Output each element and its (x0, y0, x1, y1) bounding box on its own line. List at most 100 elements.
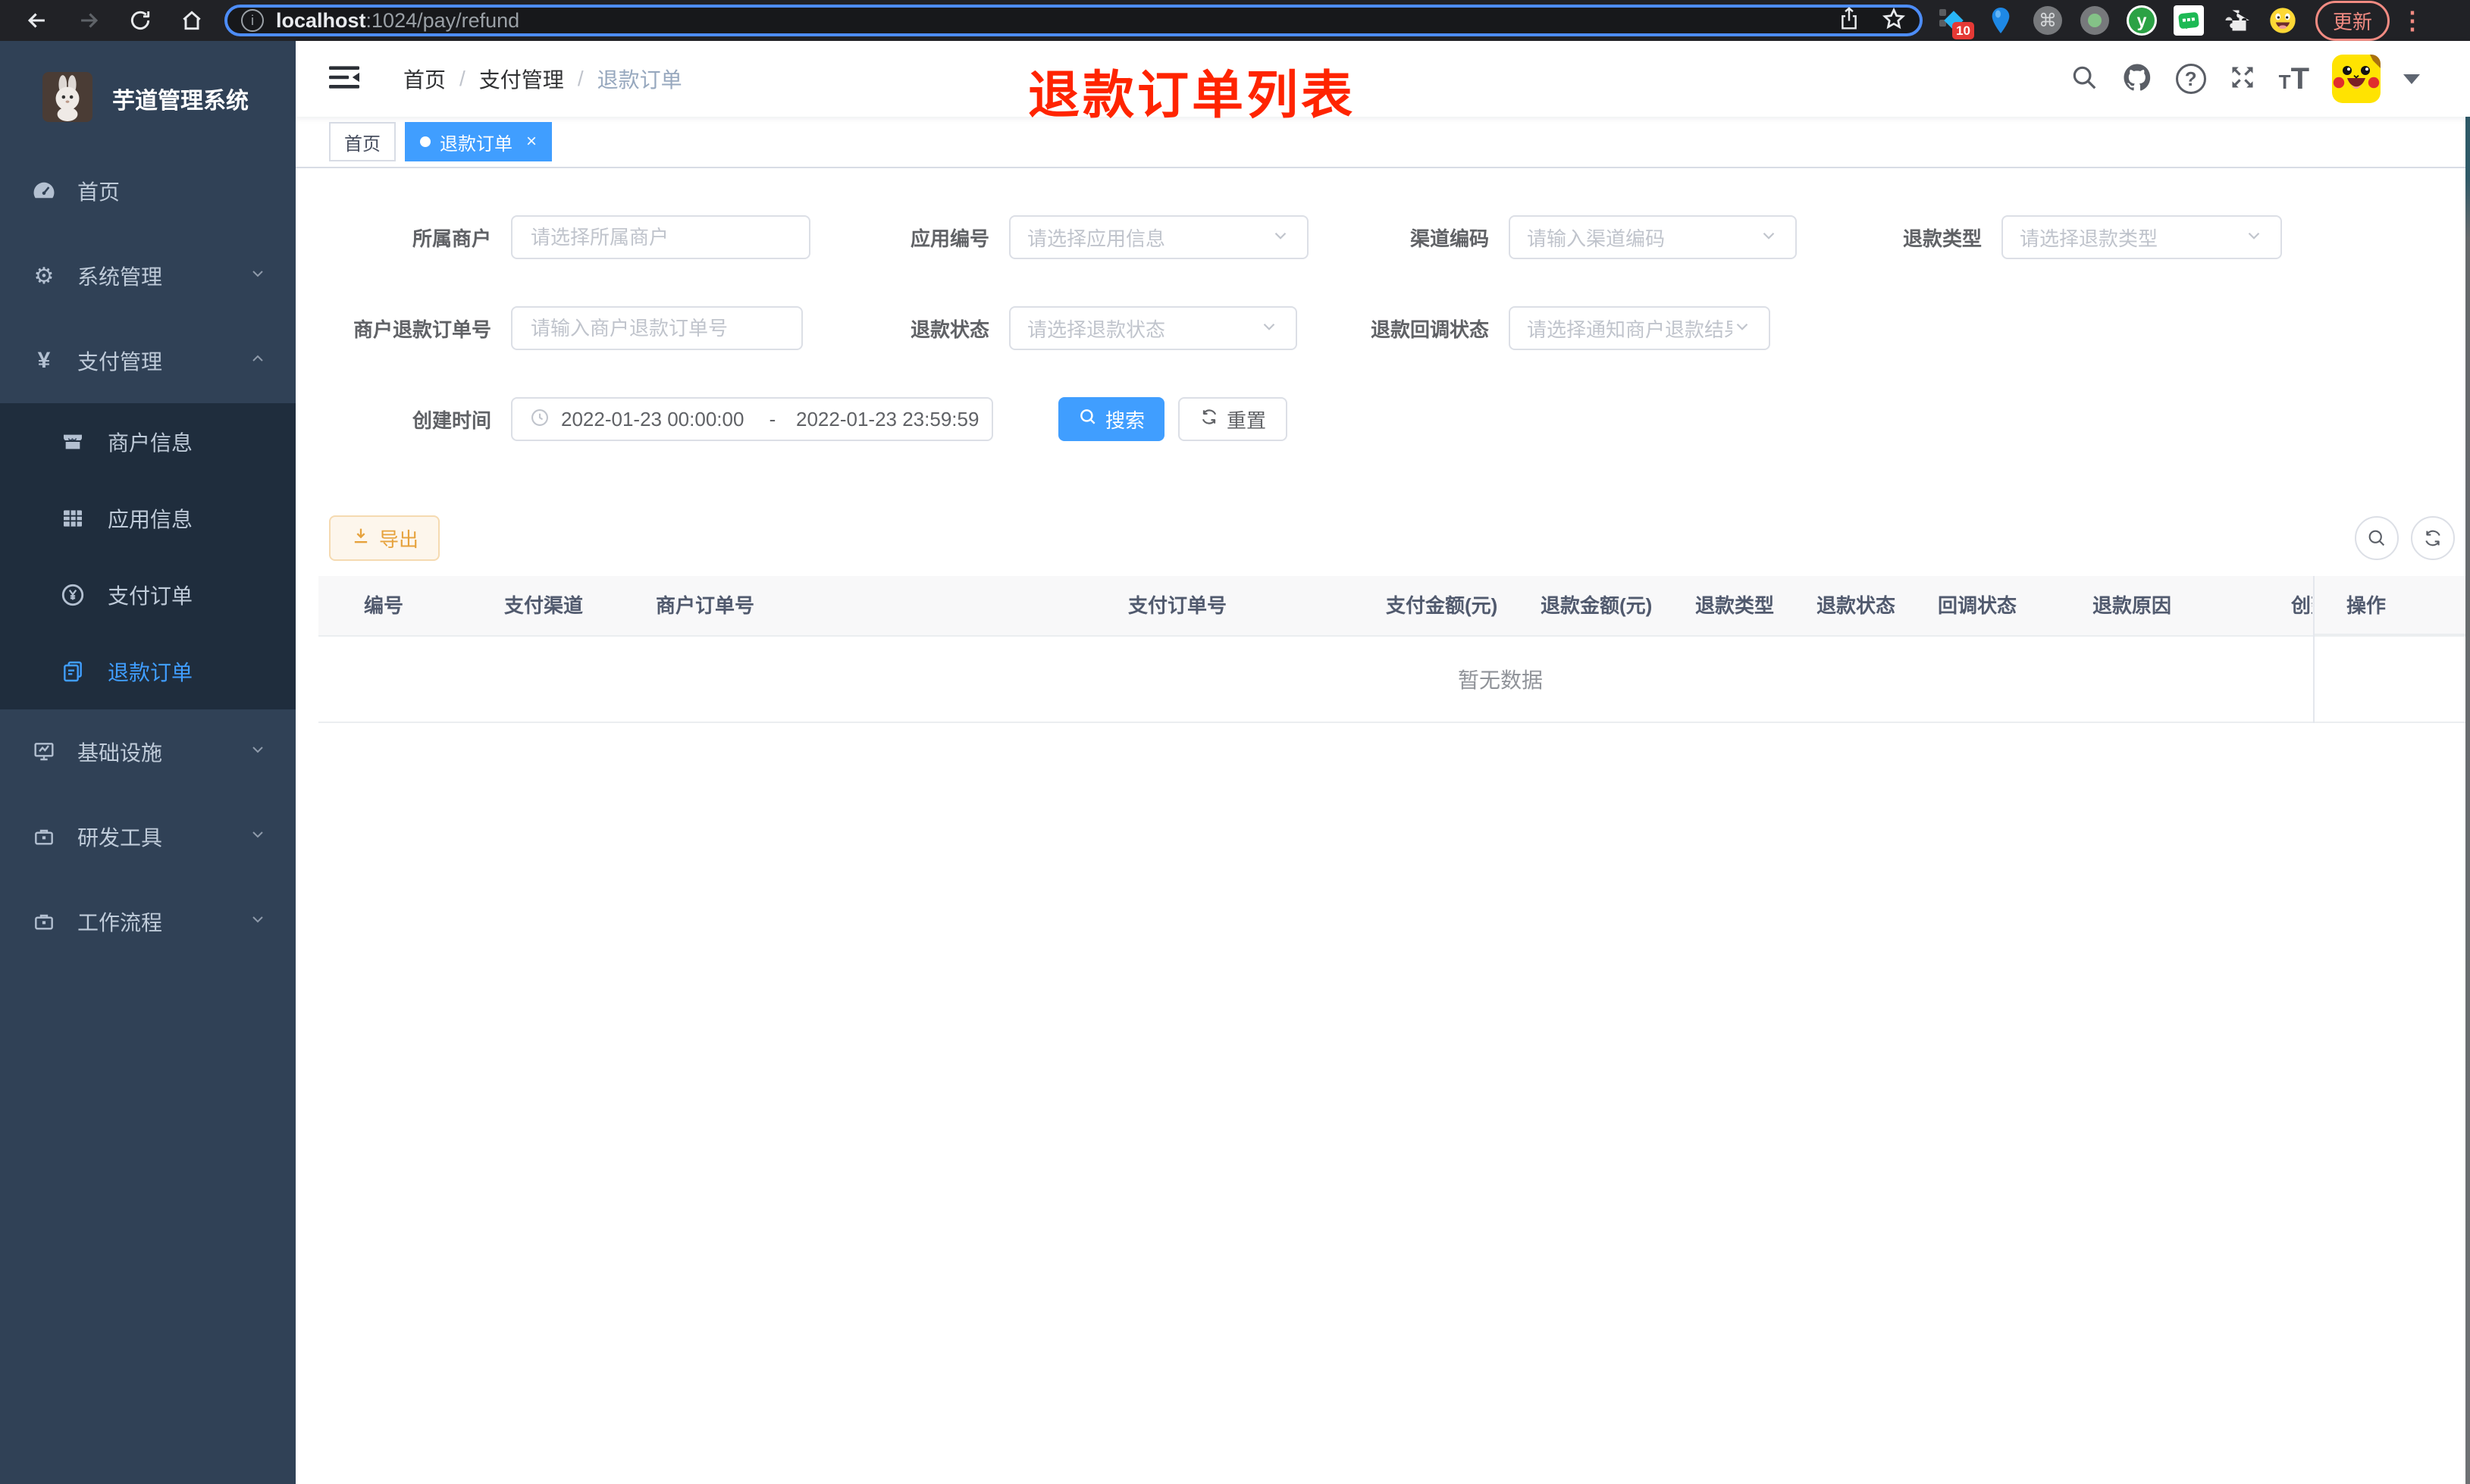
avatar[interactable] (2332, 55, 2381, 103)
extension-green-dot-icon[interactable] (2079, 5, 2111, 36)
reload-icon[interactable] (126, 6, 155, 35)
sidebar-item-label: 首页 (77, 180, 121, 204)
chevron-up-icon (249, 349, 267, 373)
extension-puzzle-icon[interactable] (2220, 5, 2252, 36)
browser-nav (23, 6, 206, 35)
browser-menu-icon[interactable]: ⋮ (2400, 6, 2425, 35)
reset-button[interactable]: 重置 (1178, 397, 1288, 441)
sidebar-item-pay-order[interactable]: 支付订单 (0, 556, 296, 633)
search-button[interactable]: 搜索 (1058, 397, 1165, 441)
sidebar-item-label: 基础设施 (77, 741, 163, 765)
create-time-range-picker[interactable]: 2022-01-23 00:00:00 - 2022-01-23 23:59:5… (511, 397, 993, 441)
download-icon (350, 525, 371, 552)
sidebar-item-workflow[interactable]: 工作流程 (0, 879, 296, 964)
empty-text: 暂无数据 (1457, 668, 1544, 692)
sidebar-item-label: 支付订单 (108, 584, 193, 608)
refund-type-label: 退款类型 (1902, 227, 1982, 250)
sidebar-item-home[interactable]: 首页 (0, 149, 296, 233)
sidebar-item-label: 工作流程 (77, 911, 163, 935)
sidebar-item-app-info[interactable]: 应用信息 (0, 480, 296, 556)
refresh-table-button[interactable] (2411, 516, 2455, 560)
url-host: localhost (276, 8, 366, 32)
col-merchant-order-no: 商户订单号 (656, 594, 755, 617)
sidebar-item-label: 应用信息 (108, 507, 193, 531)
annotation-title: 退款订单列表 (1028, 67, 1356, 124)
create-time-label: 创建时间 (412, 409, 491, 432)
sidebar-toggle-icon[interactable] (329, 64, 359, 94)
merchant-input[interactable] (511, 215, 810, 259)
search-icon[interactable] (2070, 63, 2099, 95)
sidebar-item-label: 商户信息 (108, 430, 193, 455)
table-fixed-column: 操作 (2313, 576, 2470, 723)
fullscreen-icon[interactable] (2229, 64, 2256, 95)
sidebar-item-label: 研发工具 (77, 826, 163, 850)
sidebar-item-devtools[interactable]: 研发工具 (0, 794, 296, 879)
sidebar-menu: 首页 ⚙ 系统管理 ¥ 支付管理 商户信息 应用信息 支付订单 退款订单 基础设… (0, 149, 296, 964)
chevron-down-icon (2244, 226, 2264, 249)
sidebar-item-system[interactable]: ⚙ 系统管理 (0, 233, 296, 318)
share-icon[interactable] (1838, 6, 1860, 35)
extensions-bar: 10 ⌘ y (1938, 5, 2299, 39)
col-pay-amount: 支付金额(元) (1386, 594, 1498, 617)
date-end[interactable]: 2022-01-23 23:59:59 (796, 408, 983, 431)
refund-status-select[interactable]: 请选择退款状态 (1009, 306, 1297, 350)
table-empty-row: 暂无数据 (318, 637, 2470, 723)
extension-devtools-icon[interactable]: 10 (1938, 5, 1974, 39)
chevron-down-icon (249, 909, 267, 934)
help-icon[interactable]: ? (2175, 64, 2206, 94)
app-no-label: 应用编号 (910, 227, 989, 250)
notify-status-label: 退款回调状态 (1370, 318, 1489, 341)
channel-code-label: 渠道编码 (1409, 227, 1489, 250)
sidebar-item-refund-order[interactable]: 退款订单 (0, 633, 296, 709)
sidebar-logo[interactable]: 芋道管理系统 (0, 41, 296, 136)
app-no-select[interactable]: 请选择应用信息 (1009, 215, 1309, 259)
site-info-icon[interactable]: i (241, 9, 264, 32)
breadcrumb-separator: / (577, 67, 584, 90)
home-icon[interactable] (177, 6, 206, 35)
sidebar-item-pay[interactable]: ¥ 支付管理 (0, 318, 296, 403)
refund-type-select[interactable]: 请选择退款类型 (2001, 215, 2282, 259)
search-icon (1078, 407, 1098, 432)
col-callback-status: 回调状态 (1938, 594, 2017, 617)
chevron-down-icon (249, 740, 267, 764)
bookmark-star-icon[interactable] (1882, 7, 1906, 35)
tab-active-dot (420, 136, 431, 147)
date-start[interactable]: 2022-01-23 00:00:00 (561, 408, 749, 431)
extension-emoji-icon[interactable] (2267, 5, 2299, 36)
extension-chat-icon[interactable] (2173, 5, 2205, 36)
col-id: 编号 (364, 594, 404, 617)
sidebar-item-label: 支付管理 (77, 350, 163, 374)
url-path: :1024/pay/refund (365, 8, 520, 32)
notify-status-select[interactable]: 请选择通知商户退款结果 (1509, 306, 1770, 350)
tab-close-icon[interactable]: × (526, 131, 537, 152)
channel-code-select[interactable]: 请输入渠道编码 (1509, 215, 1797, 259)
github-icon[interactable] (2121, 61, 2153, 97)
table-toolbar: 导出 (329, 515, 2455, 561)
chevron-down-icon (249, 825, 267, 849)
export-button[interactable]: 导出 (329, 515, 440, 561)
extension-y-icon[interactable]: y (2126, 5, 2158, 36)
col-refund-status: 退款状态 (1816, 594, 1896, 617)
font-size-icon[interactable]: TT (2279, 64, 2309, 94)
sidebar-item-label: 系统管理 (77, 265, 163, 289)
browser-update-button[interactable]: 更新 (2315, 0, 2390, 41)
chevron-down-icon (1732, 317, 1752, 340)
breadcrumb-pay[interactable]: 支付管理 (479, 64, 564, 94)
sidebar-item-merchant-info[interactable]: 商户信息 (0, 403, 296, 480)
tab-home[interactable]: 首页 (329, 122, 396, 161)
merchant-refund-no-input[interactable] (511, 306, 803, 350)
refund-table: 编号 支付渠道 商户订单号 支付订单号 支付金额(元) 退款金额(元) 退款类型… (318, 576, 2470, 723)
tab-refund-order[interactable]: 退款订单 × (405, 122, 553, 161)
sidebar-item-infra[interactable]: 基础设施 (0, 709, 296, 794)
avatar-caret-icon[interactable] (2403, 74, 2420, 84)
breadcrumb-home[interactable]: 首页 (403, 64, 446, 94)
back-icon[interactable] (23, 6, 52, 35)
breadcrumb-separator: / (459, 67, 465, 90)
forward-icon[interactable] (74, 6, 103, 35)
extension-command-icon[interactable]: ⌘ (2032, 5, 2064, 36)
content: 所属商户 应用编号 请选择应用信息 渠道编码 请输入渠道编码 退款类型 请选择退… (296, 168, 2470, 1484)
chevron-down-icon (1271, 226, 1290, 249)
extension-balloon-icon[interactable] (1985, 5, 2017, 36)
url-bar[interactable]: i localhost:1024/pay/refund (224, 5, 1923, 36)
toggle-search-button[interactable] (2355, 516, 2399, 560)
